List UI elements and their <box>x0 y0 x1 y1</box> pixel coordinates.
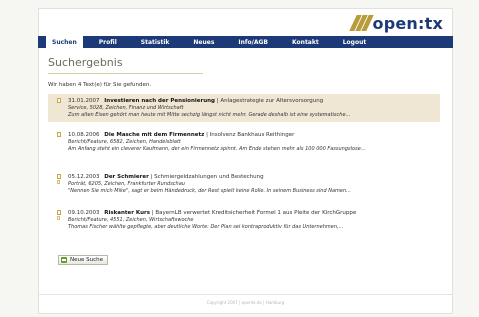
new-search-icon <box>61 257 67 263</box>
page-frame <box>38 8 453 314</box>
result-subtitle: | BayernLB verwertet Kreditsicherheit Fo… <box>151 210 357 216</box>
result-title-link[interactable]: Riskanter Kurs <box>104 210 150 216</box>
footer-copyright: Copyright 2007 | opentx.de | Hamburg <box>206 300 285 305</box>
tab-profil[interactable]: Profil <box>93 36 123 48</box>
logo-text: open:tx <box>372 13 443 33</box>
header: open:tx <box>38 8 453 34</box>
main-content: Suchergebnis Wir haben 4 Text(e) für Sie… <box>48 56 440 88</box>
logo-stripes-icon <box>348 15 374 31</box>
document-icon[interactable] <box>57 174 61 179</box>
result-item: 10.08.2006 Die Masche mit dem Firmennetz… <box>48 128 440 156</box>
result-meta: Bericht/Feature, 6582, Zeichen, Handelsb… <box>68 139 181 145</box>
tab-info-agb[interactable]: Info/AGB <box>232 36 274 48</box>
result-excerpt: Zum alten Eisen gehört man heute mit Mit… <box>68 112 351 118</box>
result-item: 09.10.2003 Riskanter Kurs | BayernLB ver… <box>48 206 440 234</box>
logo[interactable]: open:tx <box>348 13 443 33</box>
result-title-link[interactable]: Die Masche mit dem Firmennetz <box>104 132 204 138</box>
document-icon[interactable] <box>57 132 61 137</box>
main-nav: Suchen Profil Statistik Neues Info/AGB K… <box>38 36 453 48</box>
tab-suchen[interactable]: Suchen <box>46 36 83 48</box>
result-count: Wir haben 4 Text(e) für Sie gefunden. <box>48 82 152 88</box>
page-title: Suchergebnis <box>48 56 123 69</box>
new-search-label: Neue Suche <box>70 257 103 263</box>
result-subtitle: | Insolvenz Bankhaus Reithinger <box>206 132 295 138</box>
result-excerpt: Thomas Fischer wählte gepflegte, aber de… <box>68 224 344 230</box>
result-excerpt: "Nennen Sie mich Mike", sagt er beim Hän… <box>68 188 351 194</box>
result-title-link[interactable]: Investieren nach der Pensionierung <box>104 98 215 104</box>
result-meta: Service, 5028, Zeichen, Finanz und Wirts… <box>68 105 184 111</box>
result-date: 10.08.2006 <box>68 132 100 138</box>
result-item: 31.01.2007 Investieren nach der Pensioni… <box>48 94 440 122</box>
document-icon[interactable] <box>57 98 61 103</box>
result-date: 05.12.2003 <box>68 174 100 180</box>
attachment-icon[interactable] <box>57 216 60 220</box>
result-date: 09.10.2003 <box>68 210 100 216</box>
result-subtitle: | Anlagestrategie zur Altersvorsorgung <box>216 98 324 104</box>
tab-neues[interactable]: Neues <box>187 36 220 48</box>
footer-divider <box>38 294 453 295</box>
tab-logout[interactable]: Logout <box>337 36 373 48</box>
tab-kontakt[interactable]: Kontakt <box>286 36 325 48</box>
result-excerpt: Am Anfang steht ein cleverer Kaufmann, d… <box>68 146 366 152</box>
result-title-link[interactable]: Der Schmierer <box>104 174 149 180</box>
result-meta: Porträt, 6205, Zeichen, Frankfurter Rund… <box>68 181 185 187</box>
result-item: 05.12.2003 Der Schmierer | Schmiergeldza… <box>48 170 440 198</box>
result-date: 31.01.2007 <box>68 98 100 104</box>
title-divider <box>48 73 203 74</box>
attachment-icon[interactable] <box>57 180 60 184</box>
new-search-button[interactable]: Neue Suche <box>58 255 108 265</box>
tab-statistik[interactable]: Statistik <box>135 36 176 48</box>
result-meta: Bericht/Feature, 4551, Zeichen, Wirtscha… <box>68 217 194 223</box>
document-icon[interactable] <box>57 210 61 215</box>
result-subtitle: | Schmiergeldzahlungen und Bestechung <box>150 174 264 180</box>
